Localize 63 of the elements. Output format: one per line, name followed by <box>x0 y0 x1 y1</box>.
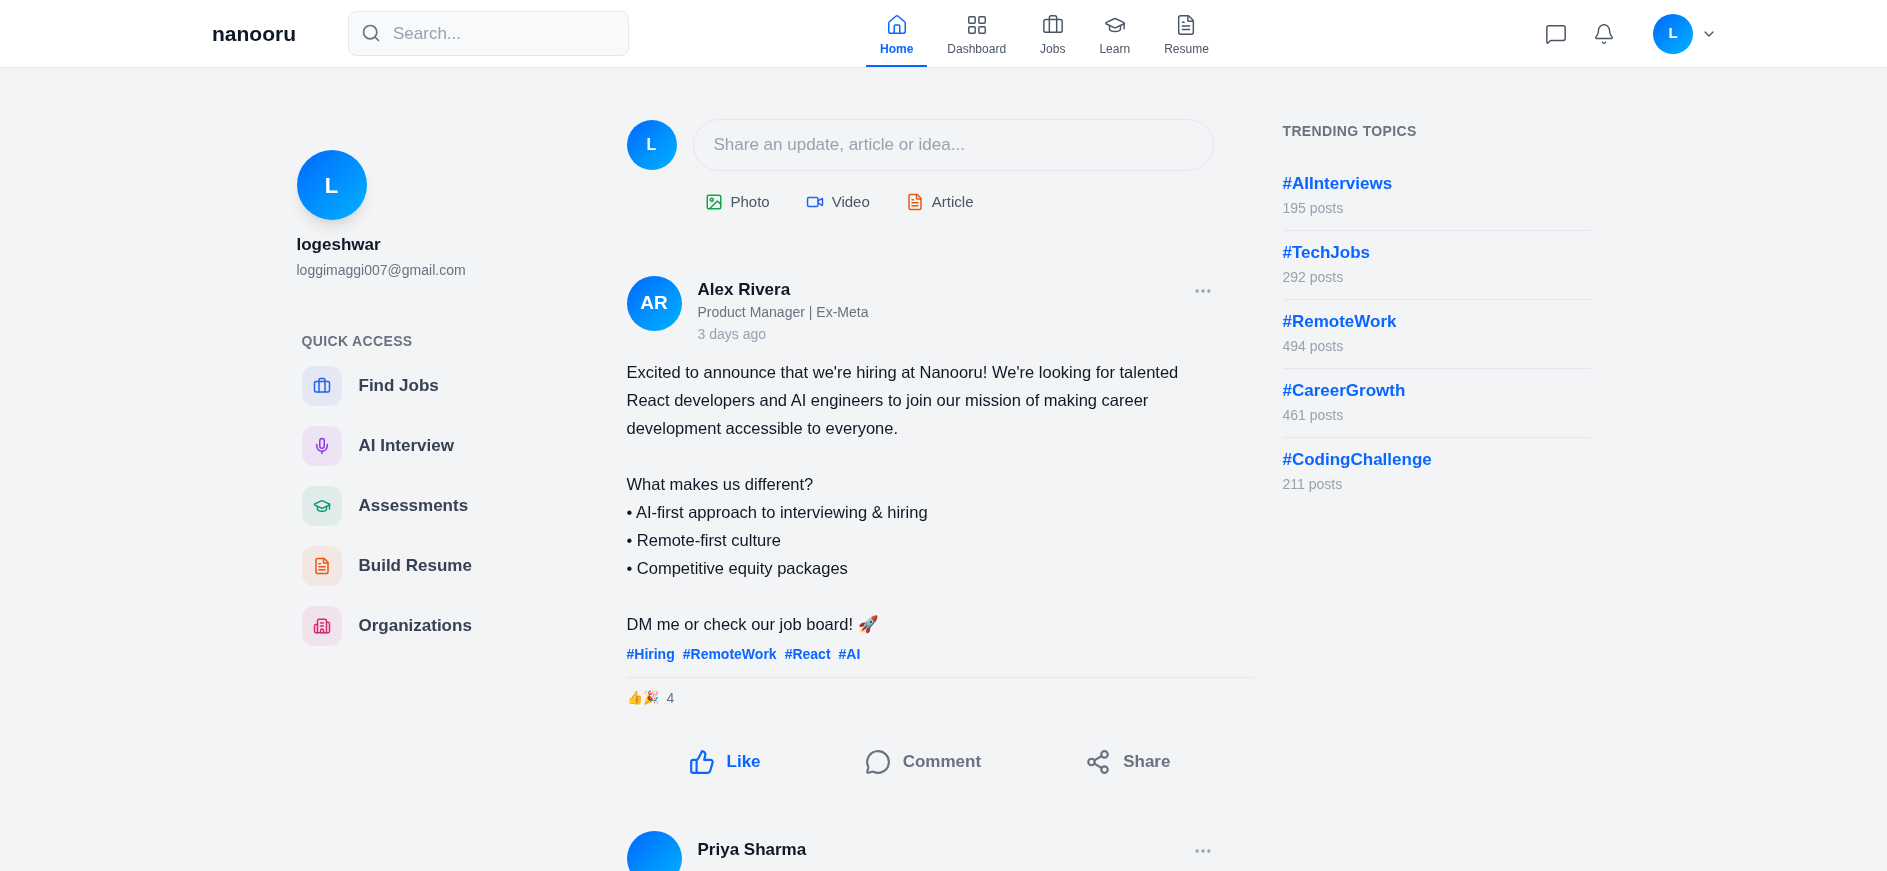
author-name[interactable]: Alex Rivera <box>697 277 1177 302</box>
share-icon <box>1085 748 1112 775</box>
quick-access-item[interactable]: Build Resume <box>301 545 577 586</box>
reaction-emojis: 👍🎉 <box>626 689 659 708</box>
compose-action-button[interactable]: Article <box>905 187 974 218</box>
quick-access-item[interactable]: AI Interview <box>301 425 577 466</box>
hashtag-link[interactable]: #React <box>784 643 831 665</box>
composer-avatar: L <box>626 120 677 170</box>
post-time: 3 days ago <box>697 324 767 344</box>
briefcase-icon <box>1041 13 1064 36</box>
compose-action-button[interactable]: Photo <box>704 187 770 218</box>
thumbs-up-icon <box>688 748 715 775</box>
nav-tab[interactable]: Learn <box>1085 0 1145 67</box>
nav-tab[interactable]: Jobs <box>1026 0 1080 67</box>
hashtag-link[interactable]: #AI <box>838 643 861 665</box>
post-count: 195 posts <box>1282 199 1345 218</box>
share-button[interactable]: Share <box>1073 740 1183 783</box>
quick-access-item[interactable]: Organizations <box>301 605 577 646</box>
logo[interactable]: nanooru <box>212 17 296 50</box>
section-title: QUICK ACCESS <box>301 331 414 351</box>
trending-tag-link[interactable]: #AIInterviews <box>1282 172 1591 196</box>
avatar: AR <box>626 275 682 331</box>
author-name[interactable]: Priya Sharma <box>697 836 807 871</box>
hashtag-link[interactable]: #RemoteWork <box>682 643 777 665</box>
avatar <box>626 830 682 871</box>
post-text: Excited to announce that we're hiring at Nanooru! We're looking for talented React developers and AI engineers to join our mission of making career development accessible to everyone. <box>626 361 1180 439</box>
search-field[interactable]: Search... <box>348 11 629 56</box>
notifications-icon[interactable] <box>1593 22 1615 45</box>
post-count: 494 posts <box>1282 337 1345 356</box>
profile-name: logeshwar <box>296 234 382 256</box>
home-icon <box>885 13 908 36</box>
hashtag-link[interactable]: #Hiring <box>626 643 675 665</box>
post-text: DM me or check our job board! 🚀 <box>626 613 880 636</box>
speech-bubble-icon <box>864 748 891 775</box>
compose-action-button[interactable]: Video <box>805 187 870 218</box>
section-title: TRENDING TOPICS <box>1282 122 1418 141</box>
profile-avatar: L <box>296 150 367 220</box>
nav-tab[interactable]: Home <box>866 0 928 67</box>
trending-tag-link[interactable]: #RemoteWork <box>1282 310 1591 334</box>
profile-email: loggimaggi007@gmail.com <box>296 260 467 280</box>
quick-access-item[interactable]: Find Jobs <box>301 365 577 406</box>
trending-tag-link[interactable]: #TechJobs <box>1282 241 1591 265</box>
messages-icon[interactable] <box>1545 22 1567 45</box>
reaction-count: 4 <box>666 688 675 708</box>
user-avatar: L <box>1653 13 1693 54</box>
author-headline: Product Manager | Ex-Meta <box>697 302 870 322</box>
comment-button[interactable]: Comment <box>852 740 994 783</box>
trending-tag-link[interactable]: #CodingChallenge <box>1282 448 1591 472</box>
search-icon <box>361 23 381 43</box>
nav-tab[interactable]: Dashboard <box>933 0 1021 67</box>
building-icon <box>312 616 331 635</box>
quick-access-item[interactable]: Assessments <box>301 485 577 526</box>
grid-icon <box>965 13 988 36</box>
document-icon <box>312 556 331 575</box>
post-count: 211 posts <box>1282 475 1344 494</box>
trending-tag-link[interactable]: #CareerGrowth <box>1282 379 1591 403</box>
post-count: 461 posts <box>1282 406 1345 425</box>
nav-tab[interactable]: Resume <box>1150 0 1223 67</box>
post-count: 292 posts <box>1282 268 1345 287</box>
post-input-field[interactable]: Share an update, article or idea... <box>692 119 1214 171</box>
post-text: What makes us different? • AI-first approach to interviewing & hiring • Remote-first culture • Competitive equity packages <box>626 473 929 579</box>
like-button[interactable]: Like <box>676 740 773 783</box>
briefcase-icon <box>312 376 331 395</box>
